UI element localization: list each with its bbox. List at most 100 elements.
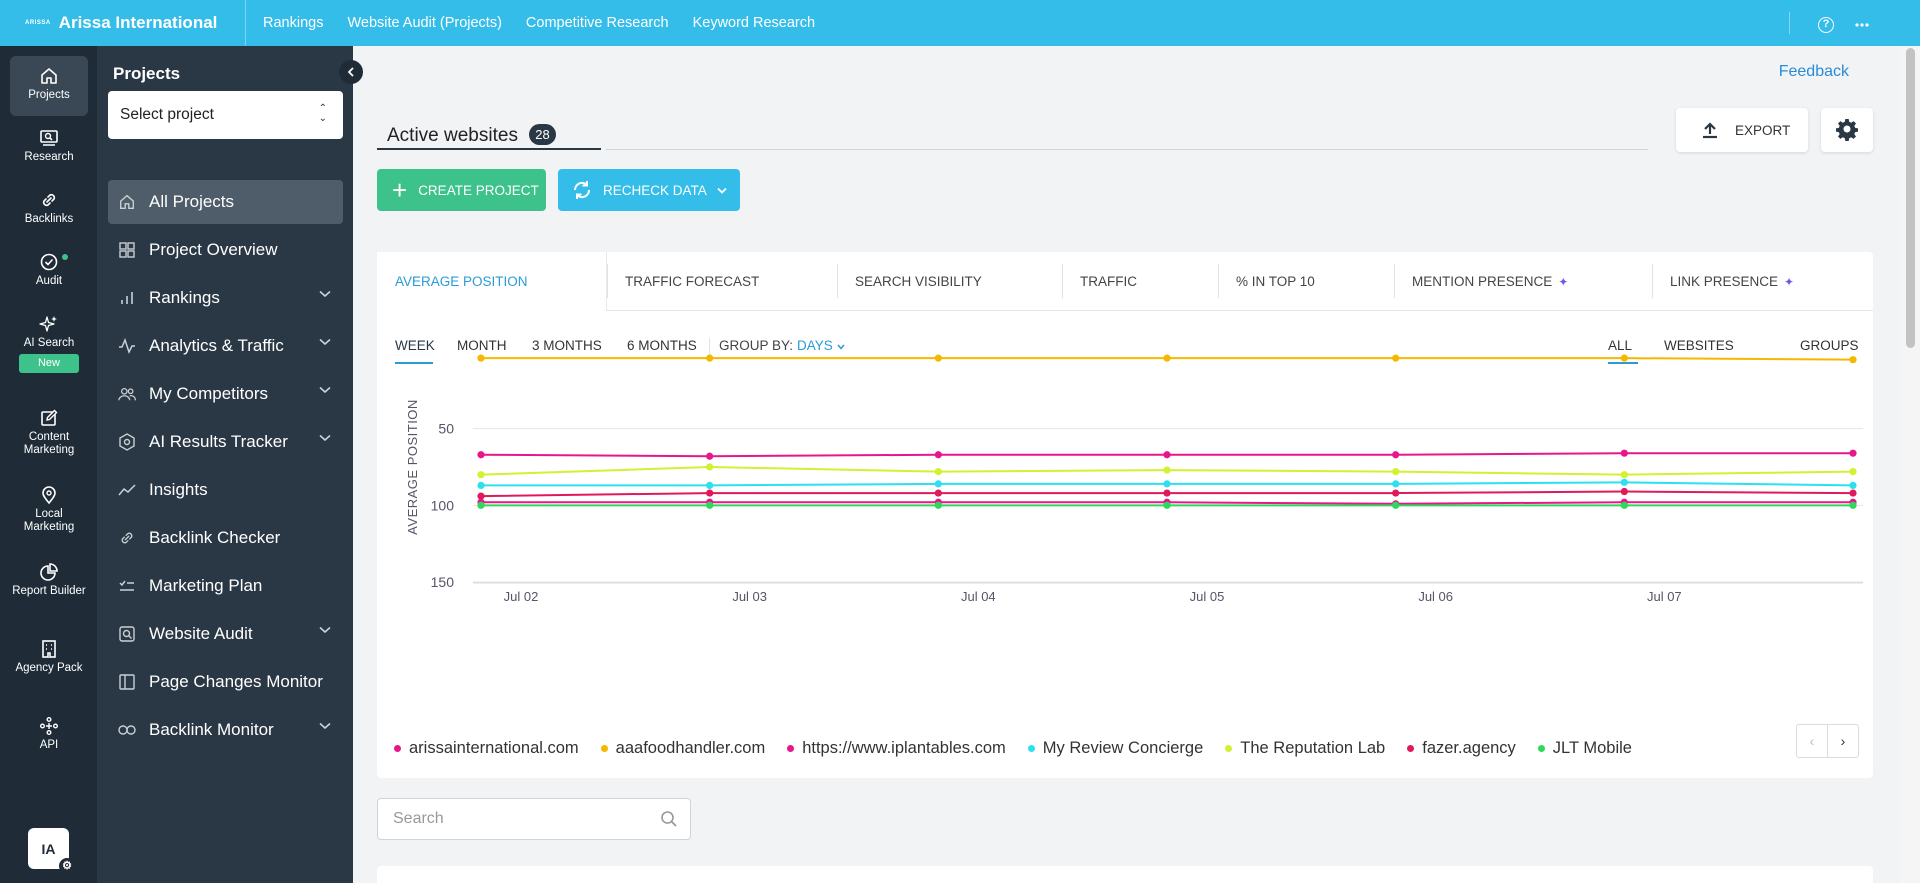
tab-traffic[interactable]: TRAFFIC: [1062, 252, 1218, 311]
rail-item-content-marketing[interactable]: Content Marketing: [10, 408, 88, 457]
menu-item-my-competitors[interactable]: My Competitors: [108, 372, 343, 416]
research-icon: [40, 130, 58, 146]
data-point: [1849, 356, 1857, 364]
select-project-dropdown[interactable]: Select project ⌃ ⌄: [108, 91, 343, 139]
tab-link-presence[interactable]: LINK PRESENCE ✦: [1652, 252, 1873, 311]
data-point: [1849, 489, 1857, 497]
legend-item[interactable]: JLT Mobile: [1537, 739, 1632, 758]
feedback-link[interactable]: Feedback: [1779, 63, 1849, 81]
data-point: [477, 481, 485, 489]
edit-icon: [41, 409, 58, 426]
legend-item[interactable]: fazer.agency: [1407, 739, 1516, 758]
rail-item-report-builder[interactable]: Report Builder: [10, 562, 88, 598]
menu-item-backlink-monitor[interactable]: Backlink Monitor: [108, 708, 343, 752]
checklist-icon: [118, 578, 136, 594]
chart-card: AVERAGE POSITION TRAFFIC FORECAST SEARCH…: [377, 252, 1873, 778]
export-button[interactable]: EXPORT: [1676, 108, 1808, 152]
menu-item-backlink-checker[interactable]: Backlink Checker: [108, 516, 343, 560]
menu-item-insights[interactable]: Insights: [108, 468, 343, 512]
chevron-down-icon: [319, 338, 331, 346]
gear-icon: [1836, 119, 1858, 141]
menu-item-project-overview[interactable]: Project Overview: [108, 228, 343, 272]
sparkle-icon: ✦: [1558, 274, 1569, 289]
chevron-down-icon: [319, 434, 331, 442]
menu-item-analytics-traffic[interactable]: Analytics & Traffic: [108, 324, 343, 368]
menu-item-ai-results-tracker[interactable]: AI Results Tracker: [108, 420, 343, 464]
more-icon[interactable]: [1844, 14, 1880, 32]
avatar-settings-icon[interactable]: ⚙: [59, 858, 75, 874]
data-point: [1392, 501, 1400, 509]
rail-item-research[interactable]: Research: [10, 128, 88, 164]
legend-label: fazer.agency: [1422, 739, 1516, 757]
menu-item-rankings[interactable]: Rankings: [108, 276, 343, 320]
tab-mention-presence[interactable]: MENTION PRESENCE ✦: [1394, 252, 1652, 311]
data-point: [1163, 466, 1171, 474]
data-point: [1392, 480, 1400, 488]
recheck-data-button[interactable]: RECHECK DATA: [558, 169, 740, 211]
tab-search-visibility[interactable]: SEARCH VISIBILITY: [837, 252, 1062, 311]
legend-item[interactable]: arissainternational.com: [394, 739, 579, 758]
group-by-dropdown[interactable]: DAYS: [797, 338, 845, 353]
settings-button[interactable]: [1821, 108, 1873, 152]
view-websites[interactable]: WEBSITES: [1664, 338, 1734, 353]
brand[interactable]: ARISSA Arissa International: [0, 0, 246, 46]
legend-label: https://www.iplantables.com: [802, 739, 1006, 757]
chain-icon: [118, 724, 136, 736]
tab-traffic-forecast[interactable]: TRAFFIC FORECAST: [607, 252, 837, 311]
pie-icon: [40, 563, 58, 581]
legend-item[interactable]: My Review Concierge: [1027, 739, 1203, 758]
chevron-down-icon[interactable]: [717, 187, 727, 194]
period-week[interactable]: WEEK: [395, 338, 435, 353]
period-6-months[interactable]: 6 MONTHS: [627, 338, 697, 353]
tab-average-position[interactable]: AVERAGE POSITION: [377, 252, 607, 311]
legend-item[interactable]: The Reputation Lab: [1225, 739, 1385, 758]
chevron-down-icon: [319, 386, 331, 394]
average-position-chart: 50 100 150 AVERAGE POSITION Jul 02 Jul 03 Jul …: [405, 354, 1863, 604]
projects-menu: All Projects Project Overview Rankings A…: [108, 180, 343, 756]
period-3-months[interactable]: 3 MONTHS: [532, 338, 602, 353]
sparkle-icon: ✦: [1784, 274, 1795, 289]
top-nav-rankings[interactable]: Rankings: [263, 15, 323, 31]
rail-item-agency-pack[interactable]: Agency Pack: [10, 639, 88, 675]
chart-legend: arissainternational.com aaafoodhandler.co…: [394, 739, 1632, 758]
rail-item-projects[interactable]: Projects: [10, 56, 88, 116]
ai-tracker-icon: [118, 433, 136, 451]
legend-dot: [1407, 745, 1415, 752]
main-content: Feedback Active websites 28 EXPORT + CRE…: [353, 46, 1900, 883]
tab-active-websites[interactable]: Active websites 28: [377, 118, 1647, 160]
y-tick-label: 50: [438, 421, 454, 437]
help-icon[interactable]: ?: [1808, 14, 1844, 33]
top-nav-website-audit[interactable]: Website Audit (Projects): [347, 15, 501, 31]
view-all[interactable]: ALL: [1608, 338, 1632, 353]
period-month[interactable]: MONTH: [457, 338, 507, 353]
search-input[interactable]: Search: [377, 798, 691, 840]
scrollbar[interactable]: [1900, 46, 1920, 883]
rail-item-ai-search[interactable]: AI Search New: [10, 314, 88, 373]
data-point: [934, 501, 942, 509]
legend-prev-icon[interactable]: ‹: [1797, 725, 1827, 757]
rail-item-local-marketing[interactable]: Local Marketing: [10, 485, 88, 534]
tab-percent-in-top-10[interactable]: % IN TOP 10: [1218, 252, 1394, 311]
collapse-panel-button[interactable]: [339, 60, 363, 84]
legend-label: The Reputation Lab: [1240, 739, 1386, 757]
create-project-button[interactable]: + CREATE PROJECT: [377, 169, 546, 211]
scroll-thumb[interactable]: [1906, 48, 1915, 348]
menu-item-page-changes-monitor[interactable]: Page Changes Monitor: [108, 660, 343, 704]
top-nav-keyword-research[interactable]: Keyword Research: [693, 15, 816, 31]
legend-next-icon[interactable]: ›: [1827, 725, 1858, 757]
top-nav-competitive-research[interactable]: Competitive Research: [526, 15, 669, 31]
menu-item-all-projects[interactable]: All Projects: [108, 180, 343, 224]
search-icon: [661, 811, 677, 827]
legend-item[interactable]: aaafoodhandler.com: [600, 739, 765, 758]
menu-item-website-audit[interactable]: Website Audit: [108, 612, 343, 656]
data-point: [477, 471, 485, 479]
rail-item-backlinks[interactable]: Backlinks: [10, 190, 88, 226]
menu-item-marketing-plan[interactable]: Marketing Plan: [108, 564, 343, 608]
rail-item-api[interactable]: API: [10, 716, 88, 752]
legend-item[interactable]: https://www.iplantables.com: [787, 739, 1006, 758]
legend-dot: [600, 745, 608, 752]
data-point: [706, 463, 714, 471]
rail-item-audit[interactable]: Audit: [10, 252, 88, 288]
view-groups[interactable]: GROUPS: [1800, 338, 1859, 353]
user-avatar[interactable]: IA ⚙: [28, 828, 75, 874]
